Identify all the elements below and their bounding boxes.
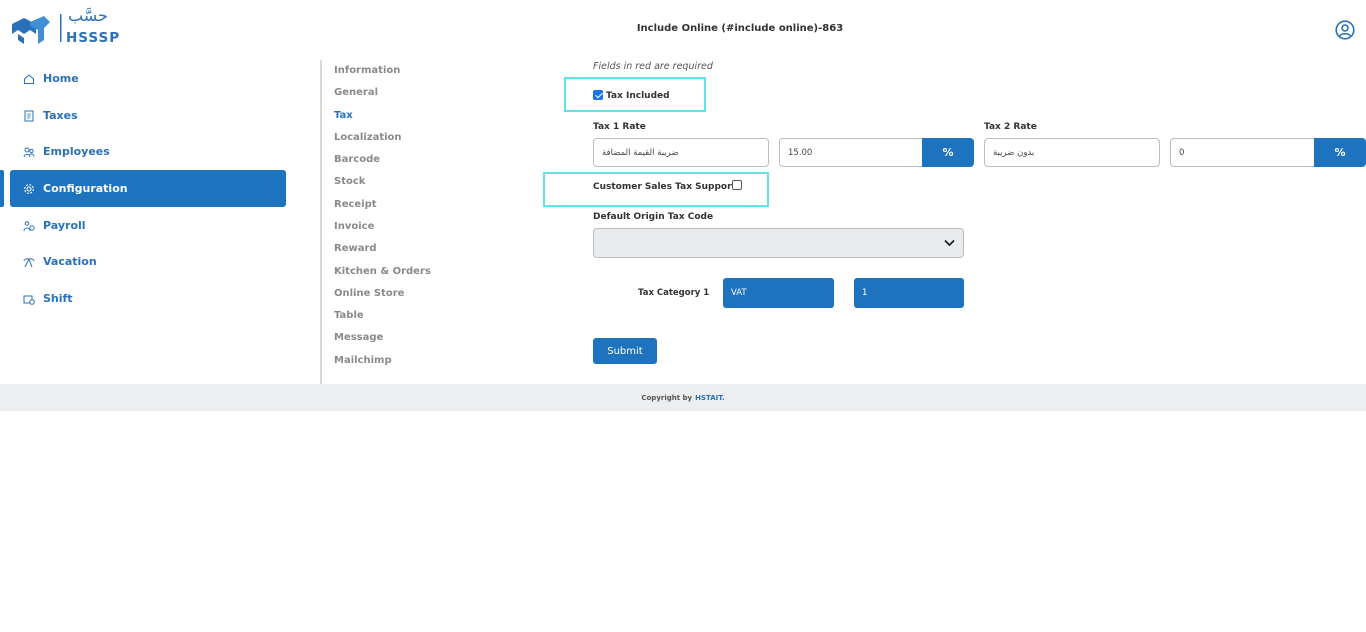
tax-category-label: Tax Category 1 <box>638 288 710 298</box>
submenu-item-invoice[interactable]: Invoice <box>334 221 374 232</box>
required-fields-note: Fields in red are required <box>593 61 713 72</box>
sidebar-item-label: Home <box>43 72 79 85</box>
submenu-item-tax[interactable]: Tax <box>334 110 353 121</box>
people-icon <box>23 147 35 157</box>
footer-brand-link[interactable]: HSTAIT. <box>695 394 725 402</box>
submit-button[interactable]: Submit <box>593 338 657 364</box>
copyright-text: Copyright by <box>641 393 693 402</box>
sidebar-item-employees[interactable]: Employees <box>10 133 286 170</box>
submenu-item-general[interactable]: General <box>334 87 378 98</box>
tax-included-label: Tax Included <box>606 91 670 101</box>
home-icon <box>24 73 34 84</box>
submenu-item-barcode[interactable]: Barcode <box>334 154 380 165</box>
default-origin-tax-select[interactable] <box>593 228 964 258</box>
submenu-item-stock[interactable]: Stock <box>334 176 365 187</box>
sidebar-item-label: Shift <box>43 292 73 305</box>
sidebar-item-taxes[interactable]: Taxes <box>10 97 286 134</box>
config-submenu: Information General Tax Localization Bar… <box>320 60 520 384</box>
shift-icon <box>23 295 35 305</box>
customer-sales-tax-label: Customer Sales Tax Support <box>593 182 736 192</box>
sidebar-item-payroll[interactable]: Payroll <box>10 207 286 244</box>
tax2-name-input[interactable]: بدون ضريبة <box>984 138 1160 167</box>
chevron-down-icon <box>944 239 955 247</box>
submenu-item-receipt[interactable]: Receipt <box>334 199 377 210</box>
vacation-icon <box>23 257 35 267</box>
sidebar-item-label: Employees <box>43 145 110 158</box>
tax1-rate-input[interactable]: 15.00 <box>779 138 923 167</box>
active-indicator <box>0 170 4 207</box>
footer: Copyright by HSTAIT. <box>0 384 1366 411</box>
submenu-item-message[interactable]: Message <box>334 332 383 343</box>
submenu-item-information[interactable]: Information <box>334 65 400 76</box>
gear-icon <box>24 183 34 194</box>
tax1-percent-addon: % <box>922 138 974 167</box>
payroll-icon <box>23 220 35 231</box>
sidebar-item-label: Configuration <box>43 182 128 195</box>
tax1-name-input[interactable]: ضريبة القيمة المضافة <box>593 138 769 167</box>
sidebar-item-label: Taxes <box>43 109 78 122</box>
tax2-rate-label: Tax 2 Rate <box>984 122 1037 132</box>
page-title: Include Online (#include online)-863 <box>636 23 844 34</box>
sidebar-item-home[interactable]: Home <box>10 60 286 97</box>
tax1-rate-label: Tax 1 Rate <box>593 122 646 132</box>
submenu-item-mailchimp[interactable]: Mailchimp <box>334 355 392 366</box>
sidebar-item-configuration[interactable]: Configuration <box>10 170 286 207</box>
tax2-percent-addon: % <box>1314 138 1366 167</box>
submenu-item-localization[interactable]: Localization <box>334 132 402 143</box>
submenu-item-online-store[interactable]: Online Store <box>334 288 404 299</box>
sidebar-item-label: Payroll <box>43 219 86 232</box>
tax2-rate-input[interactable]: 0 <box>1170 138 1315 167</box>
user-circle-icon[interactable] <box>1335 20 1355 40</box>
submenu-item-reward[interactable]: Reward <box>334 243 377 254</box>
tax-category-name-field[interactable]: VAT <box>723 278 834 308</box>
receipt-icon <box>24 110 34 121</box>
tax-category-value-field[interactable]: 1 <box>854 278 964 308</box>
submenu-item-kitchen-orders[interactable]: Kitchen & Orders <box>334 266 431 277</box>
default-origin-tax-label: Default Origin Tax Code <box>593 212 714 222</box>
sidebar-item-label: Vacation <box>43 255 97 268</box>
sidebar-item-shift[interactable]: Shift <box>10 280 286 317</box>
submenu-item-table[interactable]: Table <box>334 310 364 321</box>
tax-included-checkbox[interactable] <box>593 90 603 100</box>
sidebar-item-vacation[interactable]: Vacation <box>10 243 286 280</box>
customer-sales-tax-checkbox[interactable] <box>732 180 742 190</box>
